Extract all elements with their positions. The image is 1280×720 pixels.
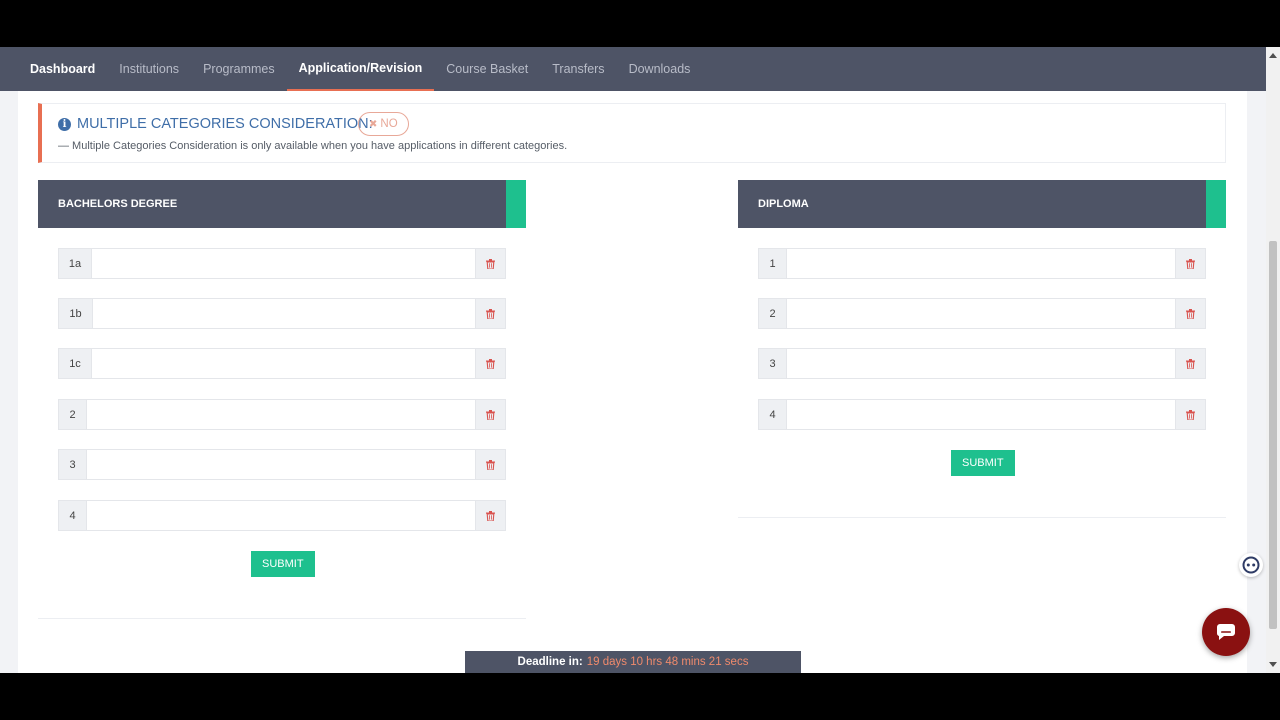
choice-label: 1	[759, 249, 787, 278]
choice-row: 1b	[58, 298, 506, 329]
delete-choice-button[interactable]	[475, 400, 505, 429]
bachelors-header: BACHELORS DEGREE	[38, 180, 526, 228]
assistant-widget[interactable]	[1239, 553, 1263, 577]
choice-row: 1	[758, 248, 1206, 279]
delete-choice-button[interactable]	[1175, 349, 1205, 378]
scroll-thumb[interactable]	[1269, 241, 1277, 629]
notice-title-text: MULTIPLE CATEGORIES CONSIDERATION:	[77, 116, 373, 132]
page-scrollbar[interactable]	[1266, 47, 1280, 673]
trash-icon	[486, 459, 495, 470]
choice-input[interactable]	[93, 299, 475, 328]
choice-row: 3	[58, 449, 506, 480]
choice-input[interactable]	[87, 400, 475, 429]
trash-icon	[486, 258, 495, 269]
panel-accent	[506, 180, 526, 228]
deadline-label: Deadline in:	[517, 656, 583, 668]
delete-choice-button[interactable]	[475, 450, 505, 479]
nav-downloads[interactable]: Downloads	[617, 47, 703, 91]
nav-programmes[interactable]: Programmes	[191, 47, 287, 91]
choice-row: 1a	[58, 248, 506, 279]
multiple-categories-notice: i MULTIPLE CATEGORIES CONSIDERATION: ✖ N…	[38, 103, 1226, 163]
delete-choice-button[interactable]	[475, 299, 505, 328]
bachelors-title: BACHELORS DEGREE	[58, 198, 178, 210]
choice-label: 4	[59, 501, 87, 530]
choice-input[interactable]	[92, 249, 475, 278]
choice-input[interactable]	[787, 400, 1175, 429]
bot-face-icon	[1242, 556, 1260, 574]
diploma-title: DIPLOMA	[758, 198, 809, 210]
choice-input[interactable]	[787, 299, 1175, 328]
choice-label: 4	[759, 400, 787, 429]
choice-label: 1b	[59, 299, 93, 328]
choice-label: 1a	[59, 249, 92, 278]
main-nav: Dashboard Institutions Programmes Applic…	[0, 47, 1266, 91]
choice-row: 2	[758, 298, 1206, 329]
choice-input[interactable]	[87, 501, 475, 530]
choice-row: 2	[58, 399, 506, 430]
trash-icon	[1186, 409, 1195, 420]
scroll-up-arrow-icon[interactable]	[1269, 53, 1277, 58]
delete-choice-button[interactable]	[475, 349, 505, 378]
choice-row: 4	[58, 500, 506, 531]
diploma-submit-button[interactable]: SUBMIT	[951, 450, 1015, 476]
trash-icon	[486, 358, 495, 369]
no-badge[interactable]: ✖ NO	[358, 112, 409, 136]
choice-label: 2	[59, 400, 87, 429]
close-icon: ✖	[369, 118, 378, 130]
nav-transfers[interactable]: Transfers	[540, 47, 616, 91]
deadline-countdown: 19 days 10 hrs 48 mins 21 secs	[586, 656, 749, 668]
choice-row: 4	[758, 399, 1206, 430]
diploma-header: DIPLOMA	[738, 180, 1226, 228]
notice-description: — Multiple Categories Consideration is o…	[58, 140, 568, 152]
info-icon: i	[58, 117, 71, 131]
choice-label: 1c	[59, 349, 92, 378]
scroll-down-arrow-icon[interactable]	[1269, 662, 1277, 667]
delete-choice-button[interactable]	[1175, 249, 1205, 278]
diploma-panel: DIPLOMA 1 2 3 4 SUBMIT	[738, 180, 1226, 520]
choice-input[interactable]	[92, 349, 475, 378]
no-badge-label: NO	[380, 118, 398, 130]
delete-choice-button[interactable]	[1175, 299, 1205, 328]
nav-application-revision[interactable]: Application/Revision	[286, 47, 435, 91]
choice-label: 3	[759, 349, 787, 378]
choice-row: 1c	[58, 348, 506, 379]
notice-title: i MULTIPLE CATEGORIES CONSIDERATION:	[58, 116, 373, 132]
trash-icon	[1186, 258, 1195, 269]
deadline-banner: Deadline in: 19 days 10 hrs 48 mins 21 s…	[465, 651, 801, 673]
panel-accent	[1206, 180, 1226, 228]
delete-choice-button[interactable]	[475, 249, 505, 278]
delete-choice-button[interactable]	[1175, 400, 1205, 429]
bachelors-submit-button[interactable]: SUBMIT	[251, 551, 315, 577]
choice-label: 2	[759, 299, 787, 328]
trash-icon	[486, 308, 495, 319]
trash-icon	[486, 510, 495, 521]
nav-dashboard[interactable]: Dashboard	[18, 47, 107, 91]
choice-input[interactable]	[87, 450, 475, 479]
bachelors-panel: BACHELORS DEGREE 1a 1b 1c 2 3 4 SUBMIT	[38, 180, 526, 620]
delete-choice-button[interactable]	[475, 501, 505, 530]
panel-divider	[738, 517, 1226, 518]
trash-icon	[1186, 308, 1195, 319]
chat-widget-button[interactable]	[1202, 608, 1250, 656]
trash-icon	[1186, 358, 1195, 369]
choice-row: 3	[758, 348, 1206, 379]
chat-bubble-icon	[1216, 624, 1235, 640]
nav-institutions[interactable]: Institutions	[107, 47, 191, 91]
choice-input[interactable]	[787, 349, 1175, 378]
trash-icon	[486, 409, 495, 420]
choice-input[interactable]	[787, 249, 1175, 278]
choice-label: 3	[59, 450, 87, 479]
nav-course-basket[interactable]: Course Basket	[434, 47, 540, 91]
panel-divider	[38, 618, 526, 619]
application-card: i MULTIPLE CATEGORIES CONSIDERATION: ✖ N…	[18, 91, 1247, 673]
app-viewport: Dashboard Institutions Programmes Applic…	[0, 47, 1280, 673]
